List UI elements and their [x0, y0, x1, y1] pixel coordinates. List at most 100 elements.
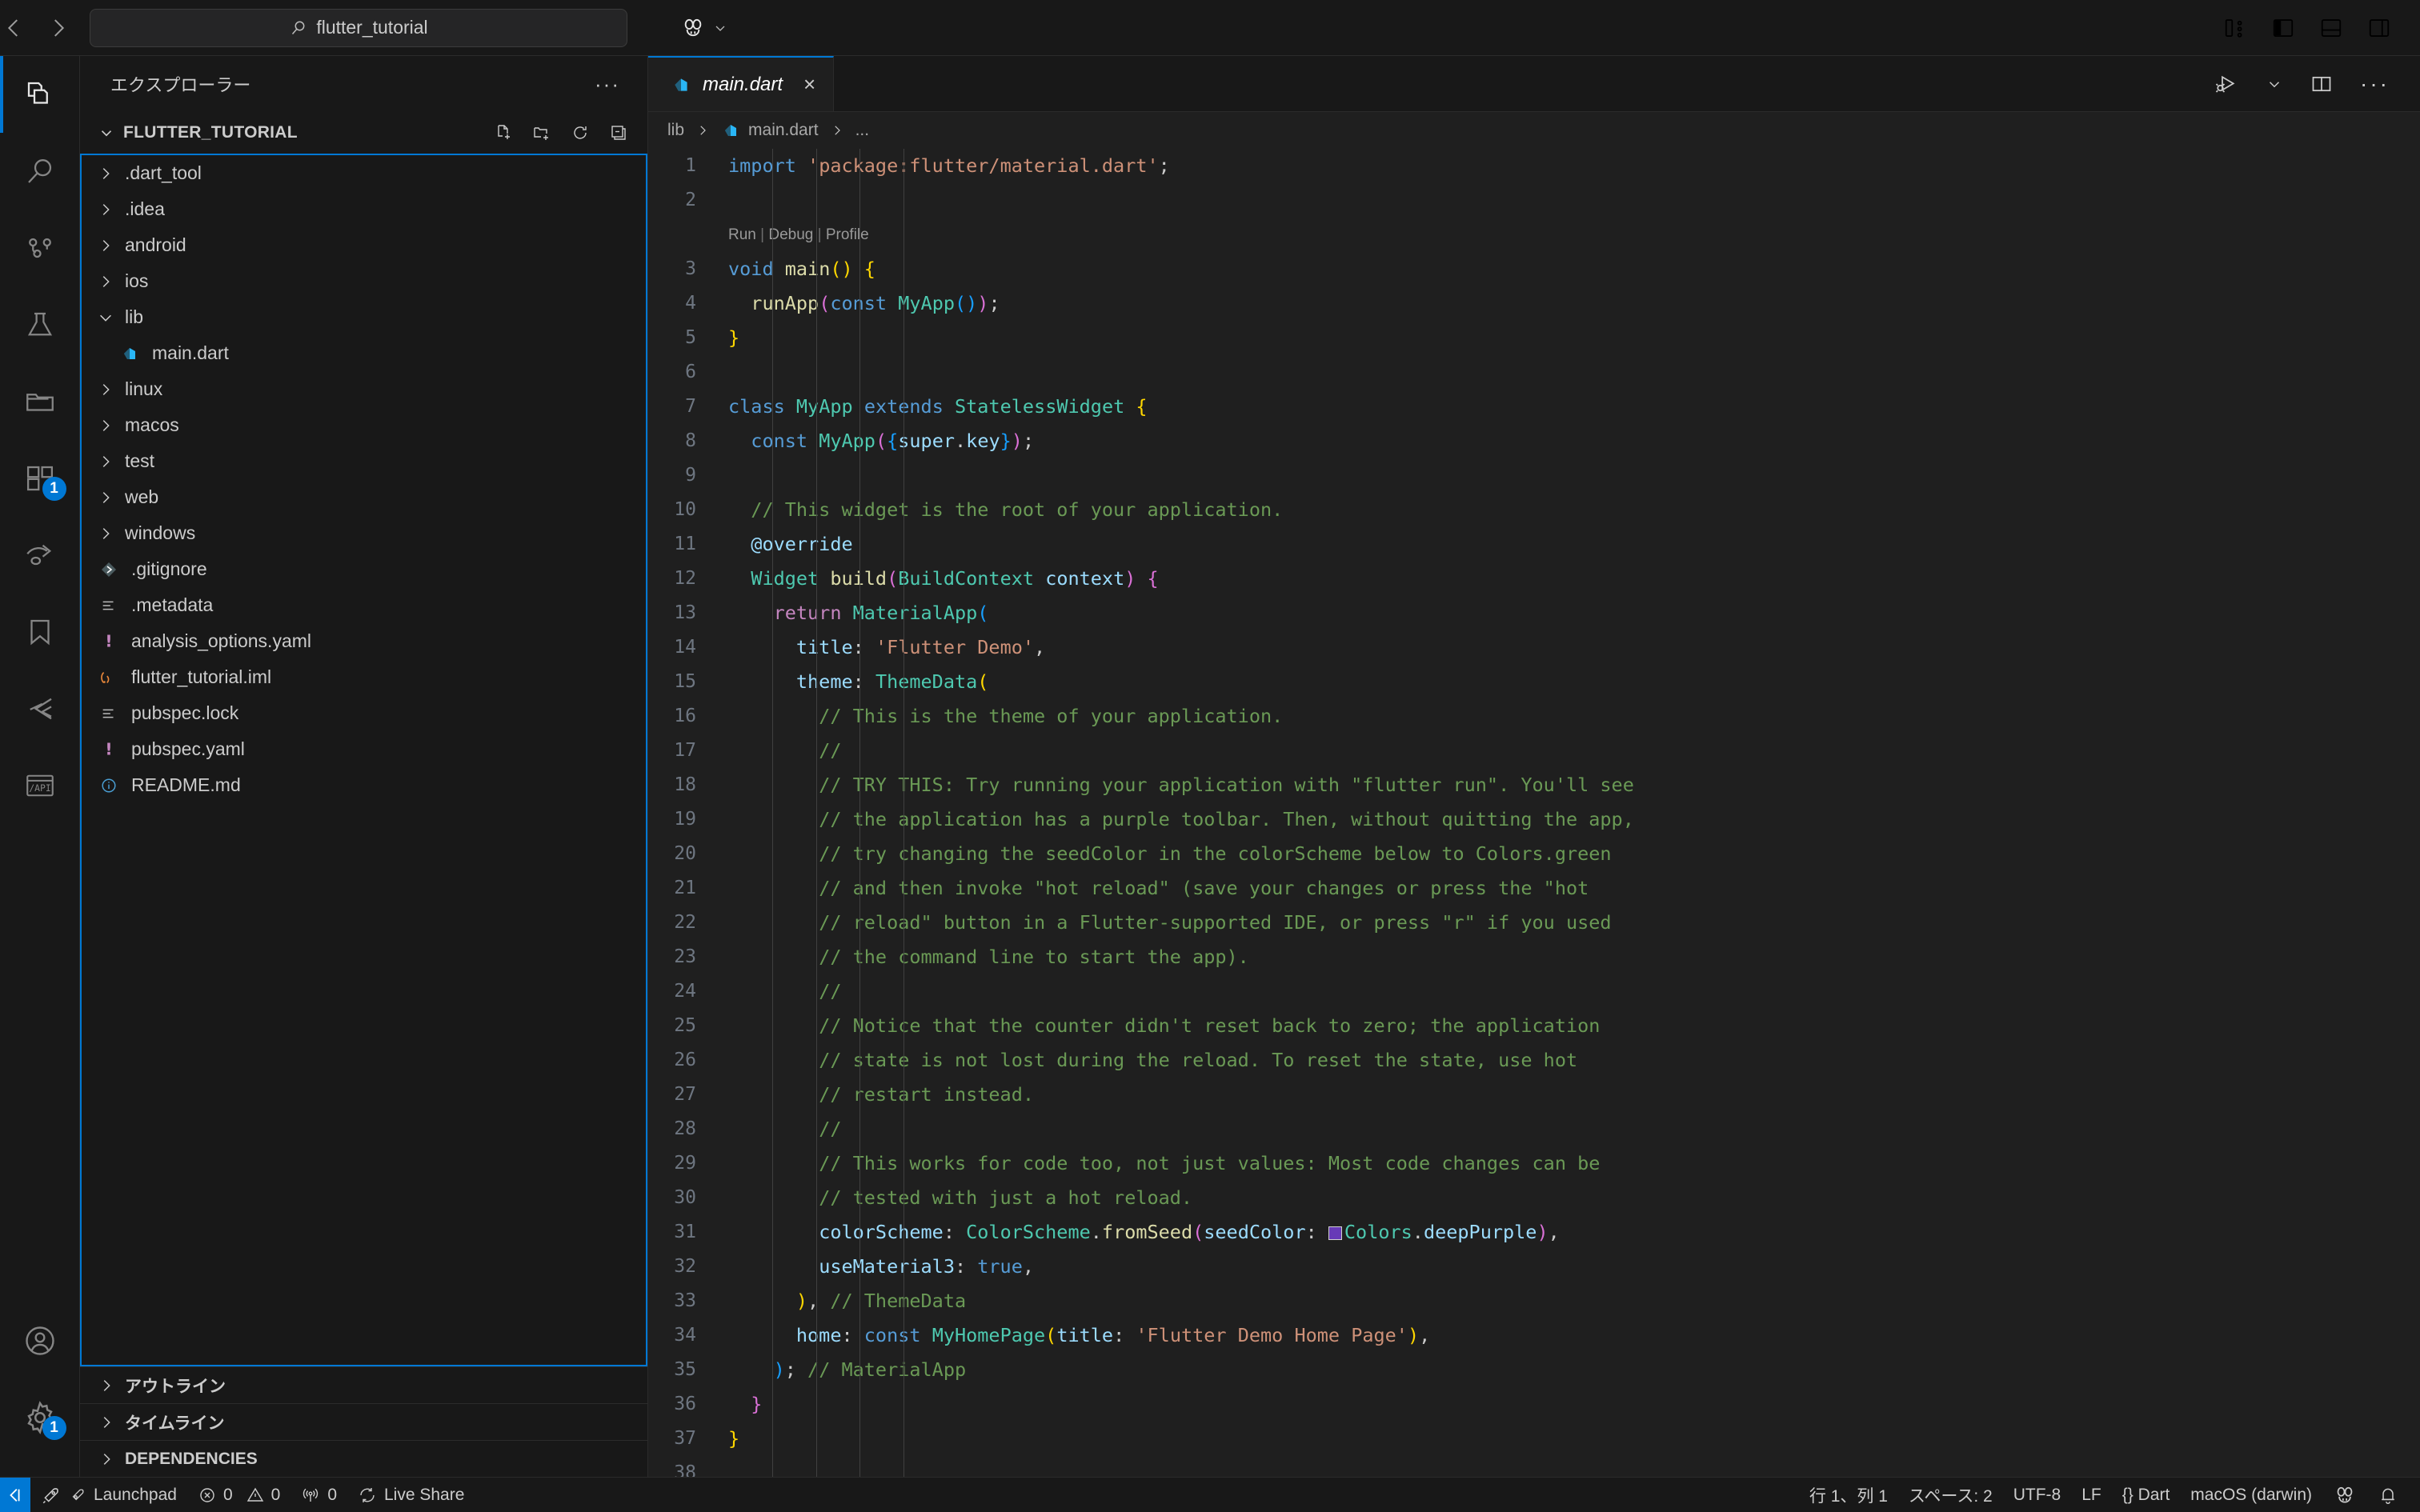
- code-line[interactable]: return MaterialApp(: [728, 596, 2420, 630]
- code-line[interactable]: void main() {: [728, 252, 2420, 286]
- copilot-menu[interactable]: [680, 15, 728, 41]
- code-line[interactable]: }: [728, 1387, 2420, 1422]
- new-folder-icon[interactable]: [532, 123, 551, 142]
- manage-settings-button[interactable]: 1: [0, 1379, 80, 1456]
- code-line[interactable]: [728, 183, 2420, 218]
- code-line[interactable]: }: [728, 1422, 2420, 1456]
- code-line[interactable]: ); // MaterialApp: [728, 1353, 2420, 1387]
- customize-layout-icon[interactable]: [2223, 16, 2247, 40]
- new-file-icon[interactable]: [494, 123, 513, 142]
- code-line[interactable]: ), // ThemeData: [728, 1284, 2420, 1318]
- color-swatch[interactable]: [1328, 1226, 1342, 1240]
- sidebar-item-project-manager[interactable]: [0, 363, 80, 440]
- tree-folder[interactable]: android: [82, 227, 646, 263]
- code-line[interactable]: // This works for code too, not just val…: [728, 1146, 2420, 1181]
- codelens-debug[interactable]: Debug: [768, 226, 813, 243]
- code-line[interactable]: useMaterial3: true,: [728, 1250, 2420, 1284]
- codelens-profile[interactable]: Profile: [826, 226, 869, 243]
- code-line[interactable]: //: [728, 974, 2420, 1009]
- split-editor-icon[interactable]: [2310, 73, 2333, 95]
- tab-main-dart[interactable]: main.dart ×: [648, 56, 835, 111]
- code-lens[interactable]: Run | Debug | Profile: [728, 218, 2420, 252]
- project-root-header[interactable]: FLUTTER_TUTORIAL: [80, 112, 647, 154]
- breadcrumb-item[interactable]: main.dart: [748, 121, 819, 140]
- code-line[interactable]: // TRY THIS: Try running your applicatio…: [728, 768, 2420, 802]
- run-debug-icon[interactable]: [2214, 72, 2238, 96]
- code-line[interactable]: }: [728, 321, 2420, 355]
- tree-folder[interactable]: ios: [82, 263, 646, 299]
- code-line[interactable]: [728, 458, 2420, 493]
- code-line[interactable]: // This widget is the root of your appli…: [728, 493, 2420, 527]
- sidebar-item-explorer[interactable]: [0, 56, 80, 133]
- code-line[interactable]: // the command line to start the app).: [728, 940, 2420, 974]
- chevron-down-icon[interactable]: [2266, 75, 2283, 93]
- sidebar-more-actions-icon[interactable]: ···: [595, 72, 620, 97]
- notifications-bell-icon[interactable]: [2367, 1478, 2409, 1512]
- code-line[interactable]: runApp(const MyApp());: [728, 286, 2420, 321]
- code-line[interactable]: home: const MyHomePage(title: 'Flutter D…: [728, 1318, 2420, 1353]
- tree-folder[interactable]: test: [82, 443, 646, 479]
- forward-button[interactable]: [45, 12, 72, 44]
- tree-file[interactable]: flutter_tutorial.iml: [82, 659, 646, 695]
- status-indentation[interactable]: スペース: 2: [1898, 1478, 2003, 1512]
- sidebar-item-source-control[interactable]: [0, 210, 80, 286]
- sidebar-item-testing[interactable]: [0, 286, 80, 363]
- status-ports[interactable]: 0: [290, 1478, 347, 1512]
- code-line[interactable]: @override: [728, 527, 2420, 562]
- code-content[interactable]: import 'package:flutter/material.dart'; …: [711, 149, 2420, 1477]
- status-cursor-position[interactable]: 行 1、列 1: [1799, 1478, 1898, 1512]
- toggle-panel-icon[interactable]: [2319, 16, 2343, 40]
- code-line[interactable]: title: 'Flutter Demo',: [728, 630, 2420, 665]
- code-line[interactable]: const MyApp({super.key});: [728, 424, 2420, 458]
- code-line[interactable]: colorScheme: ColorScheme.fromSeed(seedCo…: [728, 1215, 2420, 1250]
- tree-file[interactable]: ! pubspec.yaml: [82, 731, 646, 767]
- code-line[interactable]: theme: ThemeData(: [728, 665, 2420, 699]
- sidebar-panel[interactable]: アウトライン: [80, 1366, 647, 1403]
- code-line[interactable]: // the application has a purple toolbar.…: [728, 802, 2420, 837]
- editor-scrollbar[interactable]: [2402, 149, 2420, 1477]
- status-language-mode[interactable]: {} Dart: [2112, 1478, 2181, 1512]
- sidebar-item-rest-client[interactable]: /API: [0, 747, 80, 824]
- code-editor[interactable]: 12 3 4 5 6 7 8 9 10 11 12 13 14 15 16 17 18 19 20 21 22 23 24…: [648, 149, 2420, 1477]
- code-line[interactable]: // Notice that the counter didn't reset …: [728, 1009, 2420, 1043]
- code-line[interactable]: [728, 1456, 2420, 1477]
- sidebar-panel[interactable]: DEPENDENCIES: [80, 1440, 647, 1477]
- code-line[interactable]: //: [728, 1112, 2420, 1146]
- tree-folder[interactable]: .idea: [82, 191, 646, 227]
- more-actions-icon[interactable]: ···: [2360, 71, 2390, 97]
- code-line[interactable]: // try changing the seedColor in the col…: [728, 837, 2420, 871]
- command-center[interactable]: flutter_tutorial: [90, 8, 627, 47]
- file-tree[interactable]: .dart_tool .idea android ios lib main.dart lin…: [80, 154, 647, 1366]
- sidebar-item-bookmarks[interactable]: [0, 594, 80, 670]
- status-encoding[interactable]: UTF-8: [2003, 1478, 2072, 1512]
- code-line[interactable]: // This is the theme of your application…: [728, 699, 2420, 734]
- code-line[interactable]: Widget build(BuildContext context) {: [728, 562, 2420, 596]
- code-line[interactable]: // state is not lost during the reload. …: [728, 1043, 2420, 1078]
- refresh-icon[interactable]: [571, 123, 590, 142]
- status-launchpad[interactable]: Launchpad: [30, 1478, 187, 1512]
- sidebar-item-remote-explorer[interactable]: [0, 517, 80, 594]
- tree-file[interactable]: .metadata: [82, 587, 646, 623]
- codelens-run[interactable]: Run: [728, 226, 756, 243]
- tree-folder[interactable]: web: [82, 479, 646, 515]
- status-live-share[interactable]: Live Share: [347, 1478, 475, 1512]
- tree-file[interactable]: ! analysis_options.yaml: [82, 623, 646, 659]
- code-line[interactable]: class MyApp extends StatelessWidget {: [728, 390, 2420, 424]
- code-line[interactable]: // reload" button in a Flutter-supported…: [728, 906, 2420, 940]
- tree-file[interactable]: pubspec.lock: [82, 695, 646, 731]
- remote-window-indicator[interactable]: [0, 1477, 30, 1512]
- tab-close-icon[interactable]: ×: [803, 72, 815, 97]
- code-line[interactable]: [728, 355, 2420, 390]
- breadcrumb-item[interactable]: lib: [667, 121, 684, 140]
- toggle-primary-sidebar-icon[interactable]: [2271, 16, 2295, 40]
- sidebar-item-extensions[interactable]: 1: [0, 440, 80, 517]
- accounts-button[interactable]: [0, 1302, 80, 1379]
- sidebar-item-search[interactable]: [0, 133, 80, 210]
- toggle-secondary-sidebar-icon[interactable]: [2367, 16, 2391, 40]
- tree-file[interactable]: .gitignore: [82, 551, 646, 587]
- tree-folder[interactable]: windows: [82, 515, 646, 551]
- tree-folder[interactable]: macos: [82, 407, 646, 443]
- code-line[interactable]: // tested with just a hot reload.: [728, 1181, 2420, 1215]
- tree-folder[interactable]: .dart_tool: [82, 155, 646, 191]
- code-line[interactable]: import 'package:flutter/material.dart';: [728, 149, 2420, 183]
